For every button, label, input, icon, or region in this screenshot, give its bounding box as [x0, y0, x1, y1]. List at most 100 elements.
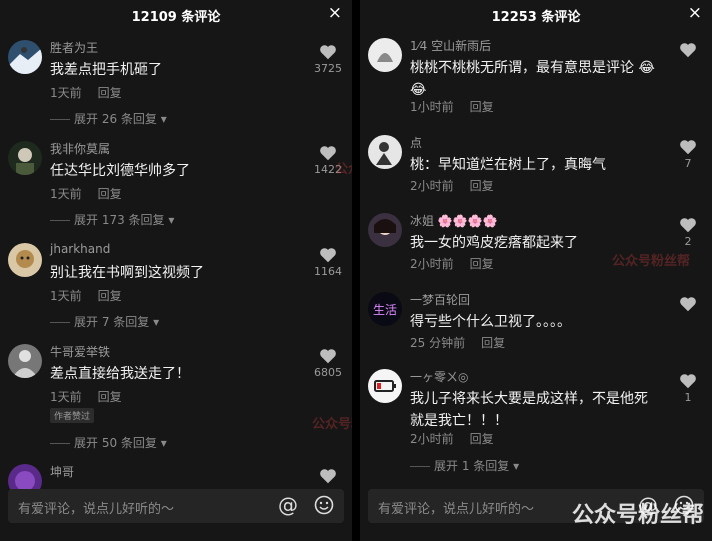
- at-mention-icon[interactable]: @: [638, 493, 658, 517]
- username[interactable]: 一ヶ零ㄨ◎: [410, 368, 468, 385]
- comment-meta: 1天前 回复: [50, 84, 122, 101]
- like-button[interactable]: 7: [670, 139, 706, 170]
- comment-time: 25 分钟前: [410, 336, 466, 350]
- heart-icon: [320, 146, 336, 161]
- heart-icon: [680, 140, 696, 155]
- username[interactable]: 胜者为王: [50, 39, 98, 56]
- heart-icon: [320, 45, 336, 60]
- comment-text: 任达华比刘德华帅多了: [50, 163, 190, 179]
- like-button[interactable]: 3725: [310, 44, 346, 75]
- comment-text: 桃桃不桃桃无所谓，最有意思是评论 😂 😂: [410, 57, 660, 101]
- like-button[interactable]: [670, 296, 706, 314]
- comment-input-bar[interactable]: 有爱评论，说点儿好听的～ @: [368, 489, 704, 523]
- expand-replies[interactable]: 展开 7 条回复 ▾: [50, 313, 159, 330]
- username[interactable]: 一梦百轮回: [410, 291, 470, 308]
- heart-icon: [320, 469, 336, 484]
- heart-icon: [680, 374, 696, 389]
- username[interactable]: 冰姐 🌸🌸🌸🌸: [410, 212, 498, 229]
- avatar[interactable]: [8, 40, 42, 74]
- username[interactable]: 我非你莫属: [50, 140, 110, 157]
- username[interactable]: 牛哥爱举铁: [50, 343, 110, 360]
- divider: [410, 466, 430, 467]
- comment-time: 2小时前: [410, 179, 454, 193]
- laughing-emoji-icon: 😂: [410, 82, 427, 98]
- divider: [50, 322, 70, 323]
- comments-header: 12253 条评论 ×: [360, 0, 712, 28]
- comment-panel-right: 12253 条评论 × 1⁄4 空山新雨后 桃桃不桃桃无所谓，最有意思是评论 😂…: [360, 0, 712, 541]
- avatar[interactable]: [8, 141, 42, 175]
- like-count: 1: [684, 391, 692, 404]
- comment-time: 1小时前: [410, 100, 454, 114]
- expand-replies[interactable]: 展开 26 条回复 ▾: [50, 110, 167, 127]
- like-count: 2: [684, 235, 692, 248]
- avatar[interactable]: [368, 38, 402, 72]
- like-button[interactable]: 2: [670, 217, 706, 248]
- reply-button[interactable]: 回复: [98, 289, 122, 303]
- comment-meta: 25 分钟前 回复: [410, 334, 505, 351]
- close-icon[interactable]: ×: [328, 3, 342, 23]
- like-button[interactable]: 1422: [310, 145, 346, 176]
- heart-icon: [680, 43, 696, 58]
- like-button[interactable]: 1: [670, 373, 706, 404]
- reply-button[interactable]: 回复: [481, 336, 505, 350]
- comment-meta: 1天前 回复: [50, 185, 122, 202]
- comment-meta: 1小时前 回复: [410, 98, 494, 115]
- reply-button[interactable]: 回复: [470, 432, 494, 446]
- comment-meta: 1天前 回复: [50, 388, 122, 405]
- comment-time: 1天前: [50, 86, 82, 100]
- expand-label: 展开 26 条回复: [74, 112, 157, 126]
- laughing-emoji-icon: 😂: [638, 60, 655, 76]
- avatar[interactable]: [8, 344, 42, 378]
- comment-text: 我差点把手机砸了: [50, 62, 162, 78]
- reply-button[interactable]: 回复: [470, 257, 494, 271]
- avatar[interactable]: [368, 369, 402, 403]
- comment-text: 桃：早知道烂在树上了，真晦气: [410, 157, 606, 173]
- expand-replies[interactable]: 展开 173 条回复 ▾: [50, 211, 174, 228]
- emoji-icon[interactable]: [314, 495, 334, 519]
- like-button[interactable]: [310, 468, 346, 484]
- comment-text: 别让我在书啊到这视频了: [50, 265, 204, 281]
- comment-input[interactable]: 有爱评论，说点儿好听的～: [18, 498, 174, 517]
- expand-replies[interactable]: 展开 50 条回复 ▾: [50, 434, 167, 451]
- username[interactable]: 1⁄4 空山新雨后: [410, 37, 491, 54]
- heart-icon: [680, 218, 696, 233]
- watermark: 公众号粉丝帮: [312, 417, 352, 432]
- emoji-icon[interactable]: [674, 495, 694, 519]
- avatar[interactable]: [368, 135, 402, 169]
- username[interactable]: 点: [410, 134, 422, 151]
- comment-input-bar[interactable]: 有爱评论，说点儿好听的～ @: [8, 489, 344, 523]
- reply-button[interactable]: 回复: [470, 179, 494, 193]
- reply-button[interactable]: 回复: [470, 100, 494, 114]
- reply-button[interactable]: 回复: [98, 187, 122, 201]
- reply-button[interactable]: 回复: [98, 390, 122, 404]
- at-mention-icon[interactable]: @: [278, 493, 298, 517]
- comment-time: 1天前: [50, 187, 82, 201]
- divider: [50, 443, 70, 444]
- reply-button[interactable]: 回复: [98, 86, 122, 100]
- comment-input[interactable]: 有爱评论，说点儿好听的～: [378, 498, 534, 517]
- like-button[interactable]: [670, 42, 706, 60]
- avatar[interactable]: [368, 213, 402, 247]
- divider: [50, 220, 70, 221]
- heart-icon: [320, 248, 336, 263]
- username[interactable]: jharkhand: [50, 242, 110, 256]
- like-count: 7: [684, 157, 692, 170]
- expand-replies[interactable]: 展开 1 条回复 ▾: [410, 457, 519, 474]
- like-button[interactable]: 6805: [310, 348, 346, 379]
- like-count: 3725: [314, 62, 342, 75]
- avatar[interactable]: [8, 243, 42, 277]
- like-button[interactable]: 1164: [310, 247, 346, 278]
- flower-emoji-icon: 🌸🌸🌸🌸: [437, 214, 498, 228]
- comment-meta: 1天前 回复: [50, 287, 122, 304]
- close-icon[interactable]: ×: [688, 3, 702, 23]
- username[interactable]: 坤哥: [50, 463, 74, 480]
- expand-label: 展开 173 条回复: [74, 213, 165, 227]
- comment-time: 1天前: [50, 289, 82, 303]
- comment-text: 得亏些个什么卫视了。。。。: [410, 314, 571, 330]
- expand-label: 展开 50 条回复: [74, 436, 157, 450]
- expand-label: 展开 1 条回复: [434, 459, 510, 473]
- comment-count-title: 12109 条评论: [131, 10, 221, 25]
- comment-count-title: 12253 条评论: [491, 10, 581, 25]
- comment-meta: 2小时前 回复: [410, 255, 494, 272]
- avatar[interactable]: 生活: [368, 292, 402, 326]
